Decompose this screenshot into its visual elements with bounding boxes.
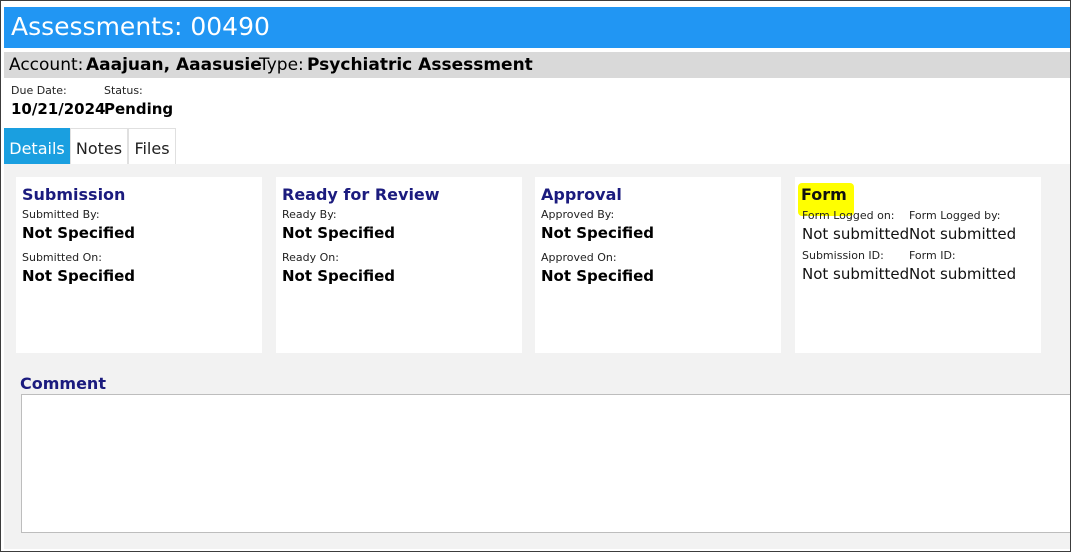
form-id-value: Not submitted xyxy=(909,265,1017,283)
approved-by-value: Not Specified xyxy=(541,224,655,242)
form-card: Form Form Logged on: Not submitted Form … xyxy=(795,177,1041,353)
submission-card: Submission Submitted By: Not Specified S… xyxy=(16,177,262,353)
ready-by-label: Ready By: xyxy=(282,208,337,221)
approval-card: Approval Approved By: Not Specified Appr… xyxy=(535,177,781,353)
approval-heading: Approval xyxy=(541,185,622,204)
assessment-window: Assessments: 00490 Account: Aaajuan, Aaa… xyxy=(0,0,1071,552)
tab-details[interactable]: Details xyxy=(4,128,70,164)
form-logged-on-value: Not submitted xyxy=(802,225,910,243)
title-bar: Assessments: 00490 xyxy=(4,7,1070,48)
due-date-value: 10/21/2024 xyxy=(11,100,106,118)
submitted-by-value: Not Specified xyxy=(22,224,136,242)
approved-on-label: Approved On: xyxy=(541,251,617,264)
status-value: Pending xyxy=(104,100,174,118)
account-name: Aaajuan, Aaasusie xyxy=(86,55,262,75)
submitted-by-label: Submitted By: xyxy=(22,208,100,221)
approved-by-label: Approved By: xyxy=(541,208,615,221)
review-card: Ready for Review Ready By: Not Specified… xyxy=(276,177,522,353)
type-value: Psychiatric Assessment xyxy=(307,55,533,75)
form-id-label: Form ID: xyxy=(909,249,956,262)
ready-on-value: Not Specified xyxy=(282,267,396,285)
tab-files[interactable]: Files xyxy=(128,128,176,164)
ready-by-value: Not Specified xyxy=(282,224,396,242)
page-title: Assessments: 00490 xyxy=(11,12,270,41)
account-label: Account: xyxy=(9,55,84,75)
approved-on-value: Not Specified xyxy=(541,267,655,285)
form-logged-by-label: Form Logged by: xyxy=(909,209,1001,222)
comment-label: Comment xyxy=(20,374,106,393)
details-panel: Submission Submitted By: Not Specified S… xyxy=(4,164,1070,549)
comment-textarea[interactable] xyxy=(21,394,1070,533)
submitted-on-label: Submitted On: xyxy=(22,251,102,264)
ready-on-label: Ready On: xyxy=(282,251,339,264)
form-logged-by-value: Not submitted xyxy=(909,225,1017,243)
tab-notes[interactable]: Notes xyxy=(70,128,128,164)
type-label: Type: xyxy=(259,55,304,75)
status-label: Status: xyxy=(104,84,143,97)
submitted-on-value: Not Specified xyxy=(22,267,136,285)
form-logged-on-label: Form Logged on: xyxy=(802,209,895,222)
submission-heading: Submission xyxy=(22,185,126,204)
due-date-label: Due Date: xyxy=(11,84,67,97)
review-heading: Ready for Review xyxy=(282,185,440,204)
submission-id-label: Submission ID: xyxy=(802,249,884,262)
form-heading: Form xyxy=(801,185,847,204)
account-bar: Account: Aaajuan, Aaasusie Type: Psychia… xyxy=(4,52,1070,78)
submission-id-value: Not submitted xyxy=(802,265,910,283)
